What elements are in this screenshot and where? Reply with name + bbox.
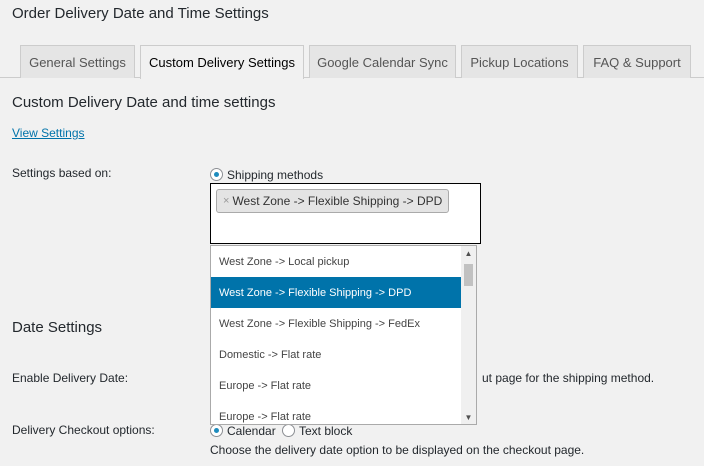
shipping-methods-radio[interactable] (210, 168, 223, 181)
tab-custom-delivery-settings[interactable]: Custom Delivery Settings (140, 45, 304, 79)
shipping-methods-radio-option[interactable]: Shipping methods (210, 168, 323, 182)
calendar-label: Calendar (227, 424, 276, 438)
scrollbar-thumb[interactable] (464, 264, 473, 286)
dropdown-option[interactable]: West Zone -> Local pickup (211, 246, 462, 277)
dropdown-option[interactable]: Domestic -> Flat rate (211, 339, 462, 370)
dropdown-option[interactable]: West Zone -> Flexible Shipping -> FedEx (211, 308, 462, 339)
settings-based-label: Settings based on: (12, 166, 112, 180)
calendar-radio[interactable] (210, 424, 223, 437)
tab-pickup-locations[interactable]: Pickup Locations (461, 45, 578, 78)
dropdown-scrollbar[interactable]: ▲ ▼ (461, 246, 476, 424)
calendar-radio-option[interactable]: Calendar (210, 424, 276, 438)
checkout-options-description: Choose the delivery date option to be di… (210, 443, 585, 457)
chip-remove-icon[interactable]: × (223, 195, 229, 207)
text-block-label: Text block (299, 424, 353, 438)
tab-general-settings[interactable]: General Settings (20, 45, 135, 78)
enable-delivery-date-description: ut page for the shipping method. (482, 371, 655, 385)
selected-method-chip: × West Zone -> Flexible Shipping -> DPD (216, 189, 450, 213)
settings-tabs: General Settings Custom Delivery Setting… (0, 0, 704, 79)
custom-settings-heading: Custom Delivery Date and time settings (12, 94, 276, 111)
tab-google-calendar-sync[interactable]: Google Calendar Sync (309, 45, 456, 78)
date-settings-heading: Date Settings (12, 319, 103, 336)
view-settings-link[interactable]: View Settings (12, 126, 85, 140)
dropdown-option[interactable]: Europe -> Flat rate (211, 401, 462, 424)
enable-delivery-date-label: Enable Delivery Date: (12, 371, 129, 385)
shipping-methods-label: Shipping methods (227, 168, 324, 182)
tab-faq-support[interactable]: FAQ & Support (583, 45, 691, 78)
dropdown-option[interactable]: Europe -> Flat rate (211, 370, 462, 401)
chip-label: West Zone -> Flexible Shipping -> DPD (232, 194, 443, 208)
scroll-up-icon[interactable]: ▲ (461, 246, 476, 260)
shipping-methods-select[interactable]: × West Zone -> Flexible Shipping -> DPD (210, 183, 481, 244)
delivery-checkout-options-label: Delivery Checkout options: (12, 423, 155, 437)
text-block-radio[interactable] (282, 424, 295, 437)
dropdown-option-highlighted[interactable]: West Zone -> Flexible Shipping -> DPD (211, 277, 462, 308)
shipping-methods-dropdown: West Zone -> Local pickup West Zone -> F… (210, 245, 477, 425)
scroll-down-icon[interactable]: ▼ (461, 410, 476, 424)
text-block-radio-option[interactable]: Text block (282, 424, 352, 438)
